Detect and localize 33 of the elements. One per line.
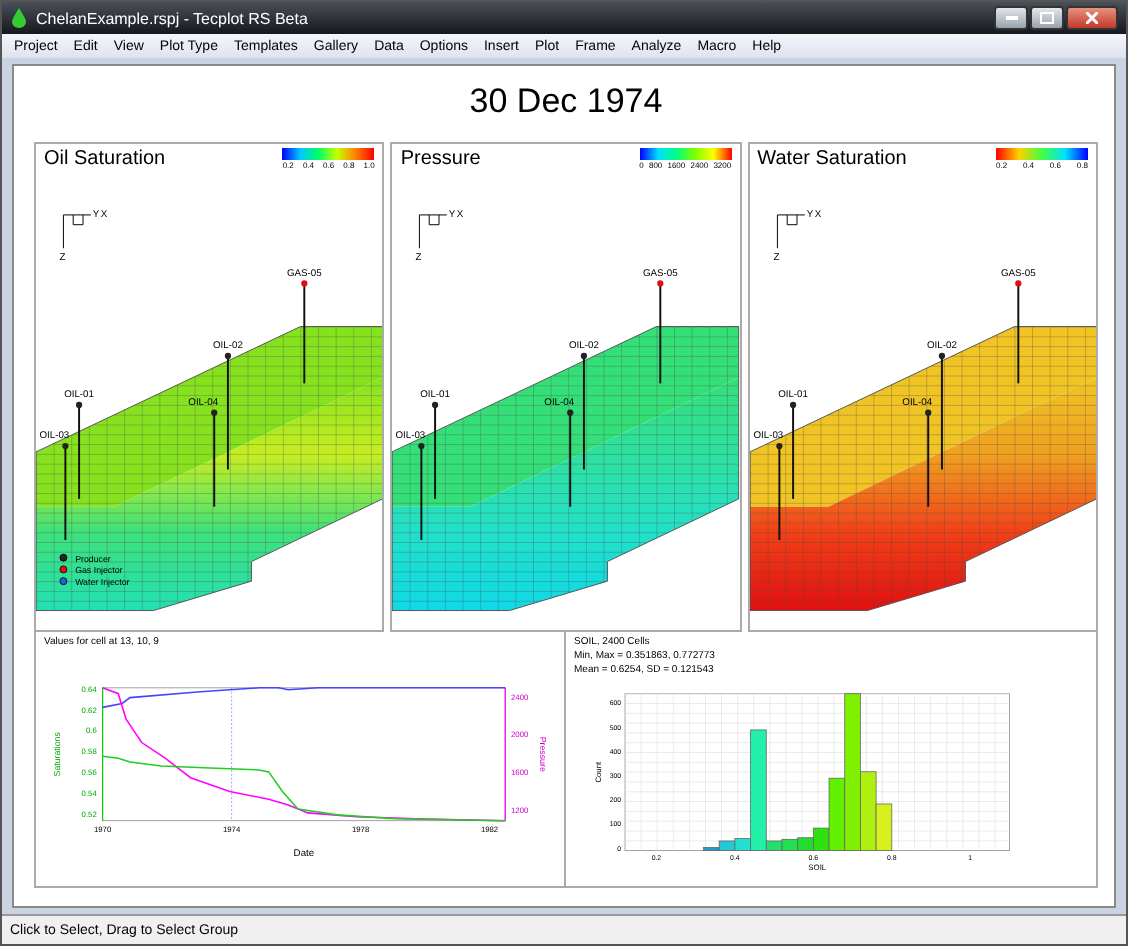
- well-drawing: [432, 401, 439, 500]
- maximize-button[interactable]: [1030, 6, 1064, 30]
- well-drawing: [775, 442, 782, 541]
- legend-marker-icon: [59, 565, 68, 574]
- maximize-icon: [1040, 12, 1054, 24]
- legend-marker-icon: [59, 553, 68, 562]
- well-drawing: [567, 409, 574, 508]
- color-scale-bar: [639, 148, 732, 160]
- window-title: ChelanExample.rspj - Tecplot RS Beta: [36, 9, 310, 27]
- color-scale-bar: [282, 148, 375, 160]
- panel-title: Pressure: [400, 148, 481, 170]
- panel-title: Water Saturation: [757, 148, 907, 170]
- frame-title: 30 Dec 1974: [467, 80, 665, 124]
- well-drawing: [211, 409, 218, 508]
- well-drawing: [924, 409, 931, 508]
- minimize-icon: [1005, 16, 1017, 20]
- well-drawing: [657, 280, 665, 385]
- well-drawing: [418, 442, 426, 541]
- well-drawing: [789, 401, 796, 500]
- well-drawing: [581, 352, 588, 471]
- panel-title: Oil Saturation: [44, 148, 166, 170]
- well-drawing: [75, 401, 83, 500]
- close-button[interactable]: [1066, 6, 1118, 30]
- well-drawing: [62, 442, 69, 541]
- close-icon: [1086, 12, 1098, 24]
- app-icon: [10, 8, 28, 28]
- legend-marker-icon: [59, 577, 68, 586]
- well-drawing: [301, 280, 308, 385]
- well-drawing: [1014, 280, 1021, 385]
- well-drawing: [938, 352, 945, 471]
- minimize-button[interactable]: [994, 6, 1028, 30]
- color-scale-bar: [995, 148, 1088, 160]
- well-drawing: [224, 352, 232, 471]
